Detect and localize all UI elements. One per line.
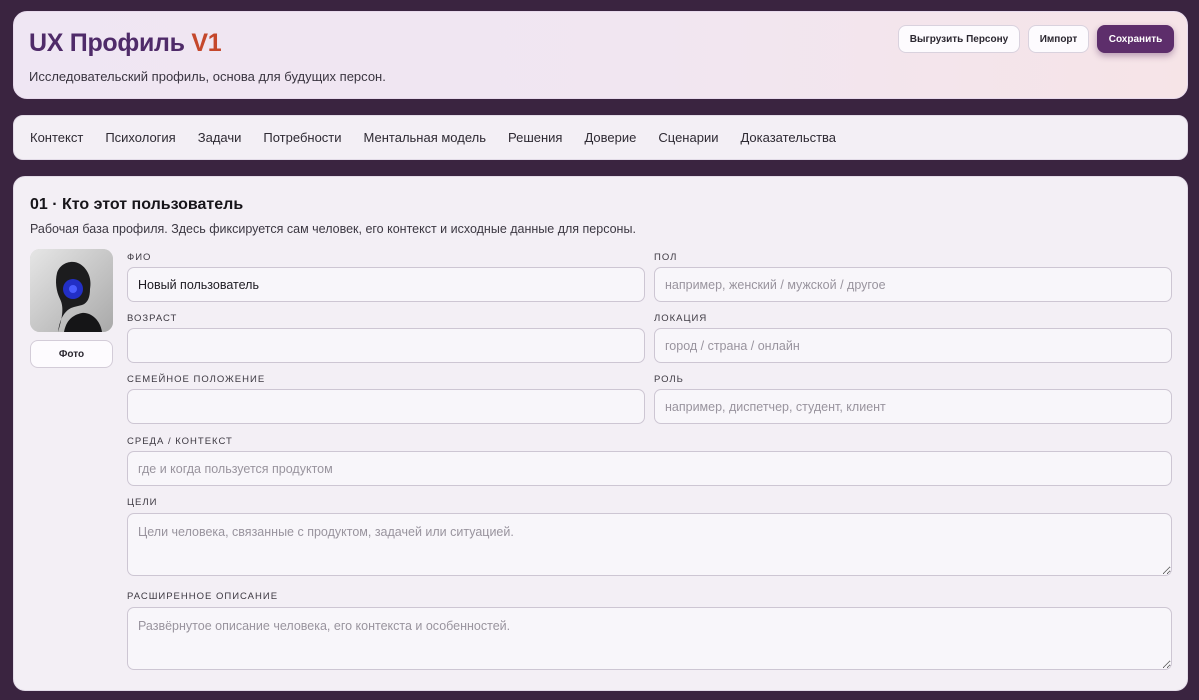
- goals-textarea[interactable]: [127, 513, 1172, 576]
- location-field[interactable]: [654, 328, 1172, 363]
- nav-item-tasks[interactable]: Задачи: [198, 130, 242, 145]
- nav-item-psychology[interactable]: Психология: [105, 130, 175, 145]
- section-description: Рабочая база профиля. Здесь фиксируется …: [30, 222, 636, 236]
- role-field[interactable]: [654, 389, 1172, 424]
- gender-field[interactable]: [654, 267, 1172, 302]
- goals-label: ЦЕЛИ: [127, 497, 158, 508]
- age-label: ВОЗРАСТ: [127, 313, 178, 324]
- role-label: РОЛЬ: [654, 374, 684, 385]
- user-avatar: [30, 249, 113, 332]
- page-subtitle: Исследовательский профиль, основа для бу…: [29, 69, 386, 84]
- name-label: ФИО: [127, 252, 152, 263]
- name-field[interactable]: [127, 267, 645, 302]
- export-persona-button[interactable]: Выгрузить Персону: [898, 25, 1020, 53]
- nav-item-scenarios[interactable]: Сценарии: [658, 130, 718, 145]
- app-header: UX Профиль V1 Исследовательский профиль,…: [13, 11, 1188, 99]
- extended-description-textarea[interactable]: [127, 607, 1172, 670]
- nav-item-decisions[interactable]: Решения: [508, 130, 562, 145]
- nav-item-trust[interactable]: Доверие: [584, 130, 636, 145]
- location-label: ЛОКАЦИЯ: [654, 313, 708, 324]
- page-title: UX Профиль V1: [29, 29, 222, 58]
- family-status-label: СЕМЕЙНОЕ ПОЛОЖЕНИЕ: [127, 374, 266, 385]
- upload-photo-button[interactable]: Фото: [30, 340, 113, 368]
- user-profile-panel: 01 · Кто этот пользователь Рабочая база …: [13, 176, 1188, 691]
- section-title: 01 · Кто этот пользователь: [30, 196, 244, 213]
- gender-label: ПОЛ: [654, 252, 678, 263]
- user-portrait-image: [30, 249, 113, 332]
- page-title-version: V1: [191, 29, 222, 57]
- nav-item-needs[interactable]: Потребности: [263, 130, 341, 145]
- environment-field[interactable]: [127, 451, 1172, 486]
- family-status-field[interactable]: [127, 389, 645, 424]
- page-title-main: UX Профиль: [29, 29, 185, 57]
- nav-item-mental-model[interactable]: Ментальная модель: [364, 130, 486, 145]
- nav-item-evidence[interactable]: Доказательства: [740, 130, 836, 145]
- save-button[interactable]: Сохранить: [1097, 25, 1174, 53]
- age-field[interactable]: [127, 328, 645, 363]
- environment-label: СРЕДА / КОНТЕКСТ: [127, 436, 233, 447]
- extended-description-label: РАСШИРЕННОЕ ОПИСАНИЕ: [127, 591, 279, 602]
- import-button[interactable]: Импорт: [1028, 25, 1089, 53]
- nav-item-context[interactable]: Контекст: [30, 130, 83, 145]
- section-nav: Контекст Психология Задачи Потребности М…: [13, 115, 1188, 160]
